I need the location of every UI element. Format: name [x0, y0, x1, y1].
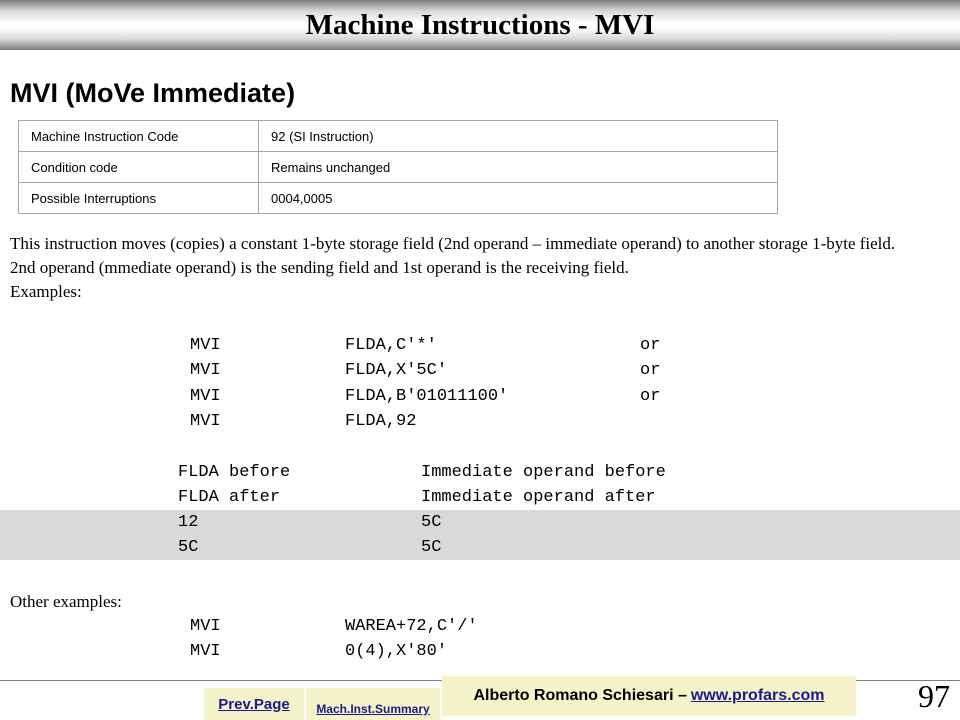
example-operand: FLDA,C'*': [345, 336, 437, 355]
compare-left: 5C: [178, 538, 199, 557]
example-operand: FLDA,92: [345, 412, 417, 431]
section-heading: MVI (MoVe Immediate): [10, 78, 296, 108]
summary-link[interactable]: Mach.Inst.Summary: [306, 688, 440, 720]
example-suffix: or: [640, 361, 661, 380]
author-credit: Alberto Romano Schiesari – www.profars.c…: [442, 676, 856, 716]
table-row: Condition code Remains unchanged: [18, 151, 778, 183]
compare-left: FLDA after: [178, 488, 281, 507]
compare-right: 5C: [421, 513, 442, 532]
description: This instruction moves (copies) a consta…: [10, 232, 917, 304]
table-row: Machine Instruction Code 92 (SI Instruct…: [18, 120, 778, 152]
example-operand: 0(4),X'80': [345, 642, 448, 661]
table-key: Possible Interruptions: [18, 182, 259, 214]
example-op: MVI: [190, 361, 221, 380]
example-operand: FLDA,B'01011100': [345, 387, 509, 406]
compare-left: 12: [178, 513, 199, 532]
compare-right: Immediate operand before: [421, 463, 666, 482]
page-number: 97: [918, 678, 950, 714]
compare-right: Immediate operand after: [421, 488, 656, 507]
table-row: Possible Interruptions 0004,0005: [18, 182, 778, 214]
example-operand: FLDA,X'5C': [345, 361, 448, 380]
table-key: Condition code: [18, 151, 259, 183]
table-key: Machine Instruction Code: [18, 120, 259, 152]
paragraph: Examples:: [10, 282, 82, 301]
author-name: Alberto Romano Schiesari –: [473, 687, 687, 704]
table-value: 92 (SI Instruction): [258, 120, 778, 152]
table-value: Remains unchanged: [258, 151, 778, 183]
info-table: Machine Instruction Code 92 (SI Instruct…: [18, 120, 778, 214]
paragraph: 2nd operand (mmediate operand) is the se…: [10, 258, 629, 277]
other-examples-label: Other examples:: [10, 592, 122, 611]
paragraph: This instruction moves (copies) a consta…: [10, 234, 896, 253]
table-value: 0004,0005: [258, 182, 778, 214]
website-link[interactable]: www.profars.com: [691, 687, 825, 705]
compare-right: 5C: [421, 538, 442, 557]
highlight-band: [0, 510, 960, 560]
prev-page-button[interactable]: Prev.Page: [204, 688, 304, 720]
example-op: MVI: [190, 617, 221, 636]
compare-left: FLDA before: [178, 463, 291, 482]
example-op: MVI: [190, 336, 221, 355]
example-op: MVI: [190, 387, 221, 406]
example-operand: WAREA+72,C'/': [345, 617, 478, 636]
slide-title: Machine Instructions - MVI: [305, 9, 655, 41]
example-suffix: or: [640, 336, 661, 355]
example-op: MVI: [190, 642, 221, 661]
example-suffix: or: [640, 387, 661, 406]
example-op: MVI: [190, 412, 221, 431]
